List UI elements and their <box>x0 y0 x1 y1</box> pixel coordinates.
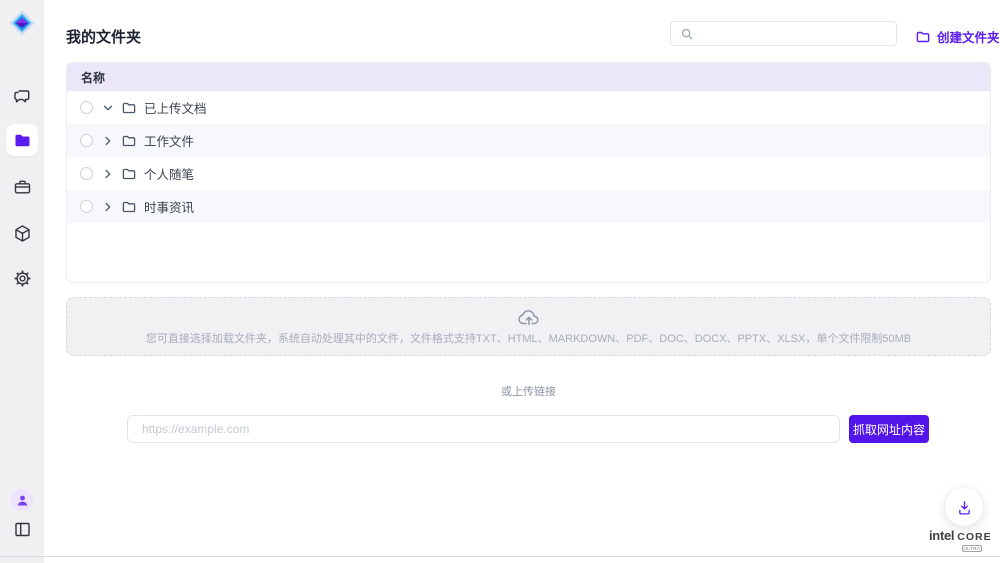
table-row[interactable]: 时事资讯 <box>67 190 990 223</box>
table-row[interactable]: 已上传文档 <box>67 91 990 124</box>
search-icon <box>681 28 693 40</box>
folder-name: 已上传文档 <box>144 98 207 117</box>
page-title: 我的文件夹 <box>66 26 141 47</box>
or-upload-link-label: 或上传链接 <box>66 383 991 399</box>
fetch-url-button[interactable]: 抓取网址内容 <box>849 415 929 443</box>
ultra-badge: ULTRA <box>962 545 982 552</box>
table-row[interactable]: 工作文件 <box>67 124 990 157</box>
sidebar <box>0 0 44 563</box>
cube-icon[interactable] <box>12 223 32 243</box>
row-checkbox[interactable] <box>80 167 93 180</box>
app-logo-icon[interactable] <box>9 10 35 36</box>
search-input[interactable] <box>693 22 896 45</box>
user-avatar[interactable] <box>11 489 33 511</box>
chevron-right-icon[interactable] <box>102 201 114 213</box>
sidebar-item-folders-active[interactable] <box>6 124 38 156</box>
core-wordmark: CORE <box>957 531 991 543</box>
folder-name: 工作文件 <box>144 131 194 150</box>
chevron-right-icon[interactable] <box>102 135 114 147</box>
intel-wordmark: intel <box>929 528 954 543</box>
cloud-upload-icon <box>517 307 541 327</box>
create-folder-label: 创建文件夹 <box>937 27 1000 46</box>
intel-core-logo: intel CORE ULTRA <box>929 528 992 552</box>
row-checkbox[interactable] <box>80 101 93 114</box>
folder-icon <box>122 101 136 115</box>
briefcase-icon[interactable] <box>12 177 32 197</box>
folder-table: 名称 已上传文档 <box>66 62 991 283</box>
table-header: 名称 <box>67 63 990 91</box>
folder-name: 个人随笔 <box>144 164 194 183</box>
person-icon <box>16 494 29 507</box>
table-row[interactable]: 个人随笔 <box>67 157 990 190</box>
folder-icon <box>122 134 136 148</box>
chat-icon[interactable] <box>12 87 32 107</box>
window-bottom-edge <box>0 556 1000 557</box>
upload-hint-text: 您可直接选择加载文件夹，系统自动处理其中的文件，文件格式支持TXT、HTML、M… <box>146 330 911 346</box>
row-checkbox[interactable] <box>80 134 93 147</box>
table-body: 已上传文档 工作文件 <box>67 91 990 223</box>
chevron-right-icon[interactable] <box>102 168 114 180</box>
name-column-header: 名称 <box>81 69 105 86</box>
row-checkbox[interactable] <box>80 200 93 213</box>
panel-toggle-icon[interactable] <box>12 519 32 539</box>
folder-name: 时事资讯 <box>144 197 194 216</box>
create-folder-button[interactable]: 创建文件夹 <box>916 27 1000 46</box>
upload-dropzone[interactable]: 您可直接选择加载文件夹，系统自动处理其中的文件，文件格式支持TXT、HTML、M… <box>66 297 991 356</box>
url-input[interactable] <box>127 415 840 443</box>
folder-icon <box>122 167 136 181</box>
folder-icon <box>13 131 32 150</box>
search-box[interactable] <box>670 21 897 46</box>
gear-icon[interactable] <box>12 268 32 288</box>
folder-icon <box>122 200 136 214</box>
app-window: 我的文件夹 创建文件夹 名称 <box>0 0 1000 563</box>
download-fab-button[interactable] <box>945 488 983 526</box>
chevron-down-icon[interactable] <box>102 102 114 114</box>
download-icon <box>956 499 973 516</box>
folder-plus-icon <box>916 30 930 44</box>
